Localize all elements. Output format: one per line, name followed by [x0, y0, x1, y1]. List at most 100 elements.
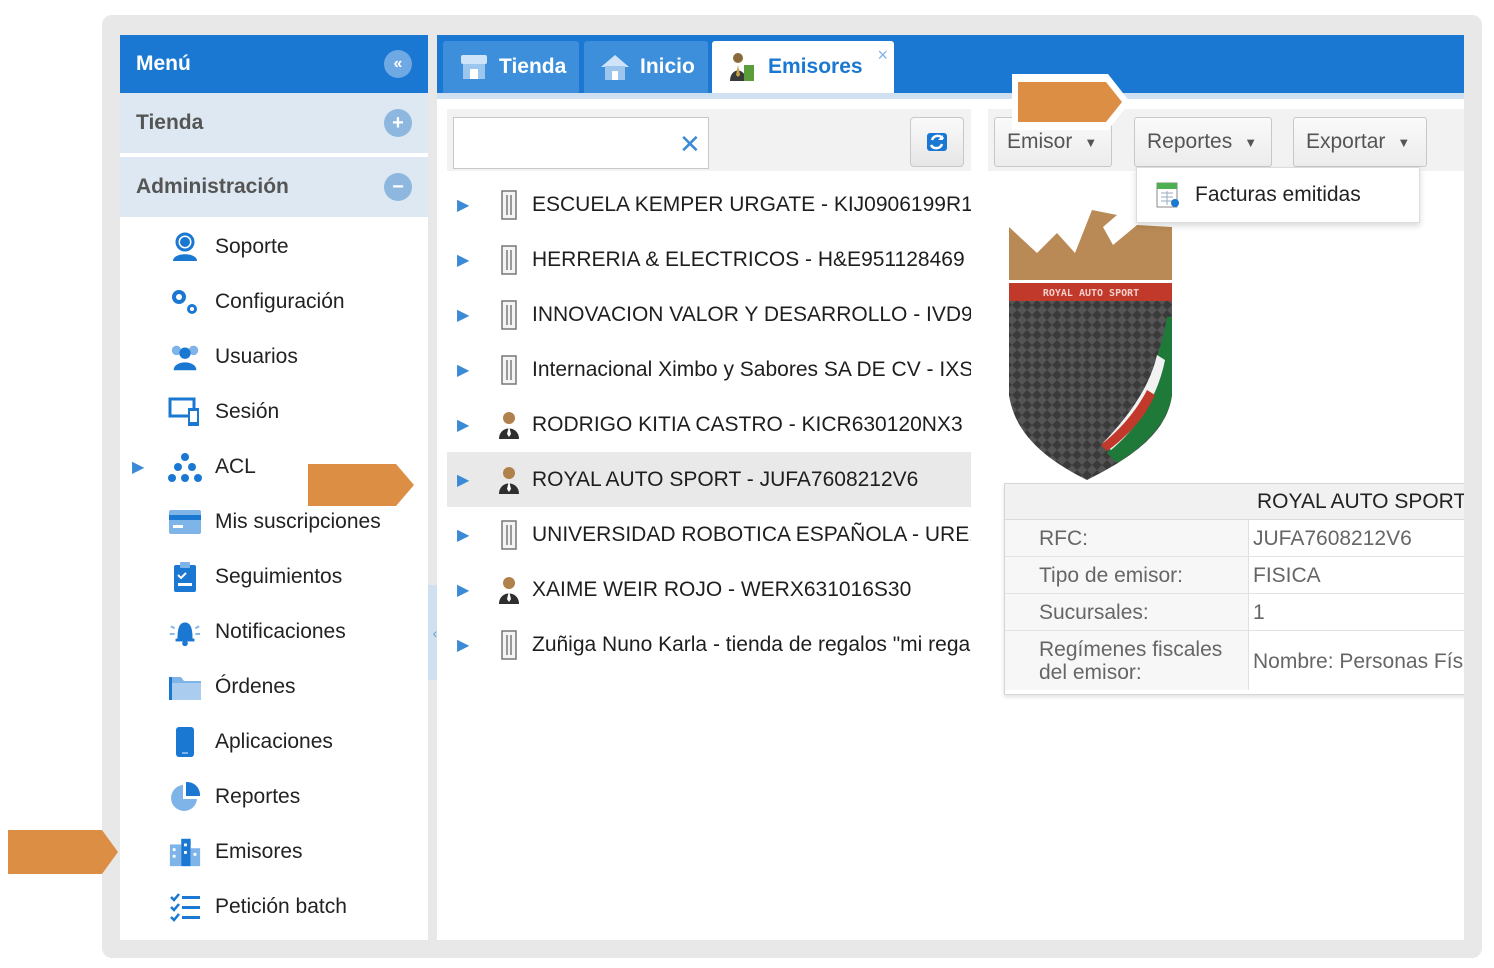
list-item-label: XAIME WEIR ROJO - WERX631016S30: [532, 577, 912, 601]
detail-key: Tipo de emisor:: [1005, 557, 1249, 593]
list-item[interactable]: ▶ HERRERIA & ELECTRICOS - H&E951128469: [447, 232, 971, 287]
expand-arrow-icon[interactable]: ▶: [132, 457, 144, 477]
building-icon: [497, 189, 521, 221]
sidebar-item-label: ACL: [215, 454, 256, 478]
building-icon: [497, 299, 521, 331]
caret-down-icon: ▼: [1084, 134, 1098, 150]
person-icon: [497, 464, 521, 496]
sidebar-item-label: Emisores: [215, 839, 303, 863]
table-row: RFC: JUFA7608212V6: [1005, 520, 1464, 557]
expand-arrow-icon[interactable]: ▶: [457, 415, 469, 435]
expand-arrow-icon[interactable]: ▶: [457, 250, 469, 270]
tab-bar: Tienda Inicio Emisores ×: [437, 35, 1464, 93]
list-item[interactable]: ▶ ESCUELA KEMPER URGATE - KIJ0906199R1: [447, 177, 971, 232]
sidebar-item-label: Configuración: [215, 289, 345, 313]
table-row: Tipo de emisor: FISICA: [1005, 557, 1464, 594]
refresh-icon: [927, 133, 947, 151]
folder-icon: [168, 670, 202, 704]
expand-arrow-icon[interactable]: ▶: [457, 195, 469, 215]
caret-down-icon: ▼: [1397, 134, 1411, 150]
sidebar-item-ordenes[interactable]: Órdenes: [120, 659, 428, 714]
expand-arrow-icon[interactable]: ▶: [457, 525, 469, 545]
collapse-menu-icon[interactable]: «: [384, 50, 412, 78]
menu-header: Menú «: [120, 35, 428, 93]
list-item-selected[interactable]: ▶ ROYAL AUTO SPORT - JUFA7608212V6: [447, 452, 971, 507]
acl-dots-icon: [168, 450, 202, 484]
list-item-label: INNOVACION VALOR Y DESARROLLO - IVD92: [532, 302, 971, 326]
list-item-label: Internacional Ximbo y Sabores SA DE CV -…: [532, 357, 971, 381]
bell-icon: [168, 615, 202, 649]
person-icon: [497, 574, 521, 606]
expand-plus-icon[interactable]: +: [384, 109, 412, 137]
tab-label: Tienda: [499, 55, 567, 78]
list-item[interactable]: ▶ XAIME WEIR ROJO - WERX631016S30: [447, 562, 971, 617]
list-item[interactable]: ▶ Zuñiga Nuno Karla - tienda de regalos …: [447, 617, 971, 672]
close-tab-icon[interactable]: ×: [877, 45, 888, 66]
sidebar-item-notificaciones[interactable]: Notificaciones: [120, 604, 428, 659]
detail-value: FISICA: [1253, 564, 1321, 587]
users-icon: [168, 340, 202, 374]
detail-value: JUFA7608212V6: [1253, 527, 1412, 550]
pie-chart-icon: [168, 780, 202, 814]
search-toolbar: ✕: [447, 109, 971, 171]
expand-arrow-icon[interactable]: ▶: [457, 580, 469, 600]
issuer-logo-shield: ROYAL AUTO SPORT: [1007, 205, 1177, 485]
collapse-minus-icon[interactable]: −: [384, 173, 412, 201]
sidebar-item-configuracion[interactable]: Configuración: [120, 274, 428, 329]
detail-key: Regímenes fiscales del emisor:: [1005, 631, 1249, 690]
expand-arrow-icon[interactable]: ▶: [457, 470, 469, 490]
building-icon: [497, 354, 521, 386]
table-row: Sucursales: 1: [1005, 594, 1464, 631]
buildings-icon: [168, 835, 202, 869]
list-item-label: HERRERIA & ELECTRICOS - H&E951128469: [532, 247, 965, 271]
sidebar-item-soporte[interactable]: Soporte: [120, 219, 428, 274]
group-tienda[interactable]: Tienda +: [120, 93, 428, 153]
refresh-button[interactable]: [910, 117, 964, 167]
group-administracion[interactable]: Administración −: [120, 157, 428, 217]
gears-icon: [168, 285, 202, 319]
list-item-label: ROYAL AUTO SPORT - JUFA7608212V6: [532, 467, 919, 491]
annotation-arrow-emisores: [8, 830, 118, 874]
detail-value: 1: [1253, 601, 1265, 624]
search-input[interactable]: [453, 117, 709, 169]
issuer-detail-table: ROYAL AUTO SPORT RFC: JUFA7608212V6 Tipo…: [1004, 483, 1464, 695]
table-row: Regímenes fiscales del emisor: Nombre: P…: [1005, 631, 1464, 690]
menu-item-facturas-emitidas[interactable]: Facturas emitidas: [1195, 183, 1361, 207]
reportes-dropdown-button[interactable]: Reportes ▼: [1134, 117, 1272, 167]
sidebar-item-emisores[interactable]: Emisores: [120, 824, 428, 879]
spreadsheet-icon: [1156, 182, 1179, 208]
reportes-dropdown-menu: Facturas emitidas: [1136, 167, 1420, 223]
sidebar-item-aplicaciones[interactable]: Aplicaciones: [120, 714, 428, 769]
expand-arrow-icon[interactable]: ▶: [457, 360, 469, 380]
reportes-button-label: Reportes: [1147, 130, 1233, 153]
sidebar-item-sesion[interactable]: Sesión: [120, 384, 428, 439]
list-item[interactable]: ▶ RODRIGO KITIA CASTRO - KICR630120NX3: [447, 397, 971, 452]
sidebar-item-seguimientos[interactable]: Seguimientos: [120, 549, 428, 604]
sidebar-item-label: Usuarios: [215, 344, 298, 368]
list-item[interactable]: ▶ INNOVACION VALOR Y DESARROLLO - IVD92: [447, 287, 971, 342]
detail-title: ROYAL AUTO SPORT: [1005, 484, 1464, 520]
sidebar-item-peticion-batch[interactable]: Petición batch: [120, 879, 428, 934]
expand-arrow-icon[interactable]: ▶: [457, 635, 469, 655]
exportar-button-label: Exportar: [1306, 130, 1386, 153]
tab-inicio[interactable]: Inicio: [584, 41, 708, 93]
expand-arrow-icon[interactable]: ▶: [457, 305, 469, 325]
clear-search-icon[interactable]: ✕: [679, 131, 701, 157]
sidebar-item-usuarios[interactable]: Usuarios: [120, 329, 428, 384]
list-item-label: RODRIGO KITIA CASTRO - KICR630120NX3: [532, 412, 963, 436]
exportar-dropdown-button[interactable]: Exportar ▼: [1293, 117, 1427, 167]
sidebar-item-label: Soporte: [215, 234, 289, 258]
emisor-button-label: Emisor: [1007, 130, 1073, 153]
list-item-label: Zuñiga Nuno Karla - tienda de regalos "m…: [532, 632, 971, 656]
tab-tienda[interactable]: Tienda: [443, 41, 579, 93]
list-item[interactable]: ▶ Internacional Ximbo y Sabores SA DE CV…: [447, 342, 971, 397]
sidebar-item-reportes[interactable]: Reportes: [120, 769, 428, 824]
sidebar-item-label: Órdenes: [215, 674, 296, 698]
devices-icon: [168, 395, 202, 429]
list-item[interactable]: ▶ UNIVERSIDAD ROBOTICA ESPAÑOLA - URE1: [447, 507, 971, 562]
sidebar-item-label: Reportes: [215, 784, 301, 808]
admin-menu-list: Soporte Configuración Usuarios Sesión ▶: [120, 217, 428, 934]
tab-emisores[interactable]: Emisores ×: [712, 41, 894, 93]
sidebar-item-label: Aplicaciones: [215, 729, 333, 753]
store-icon: [457, 52, 491, 82]
